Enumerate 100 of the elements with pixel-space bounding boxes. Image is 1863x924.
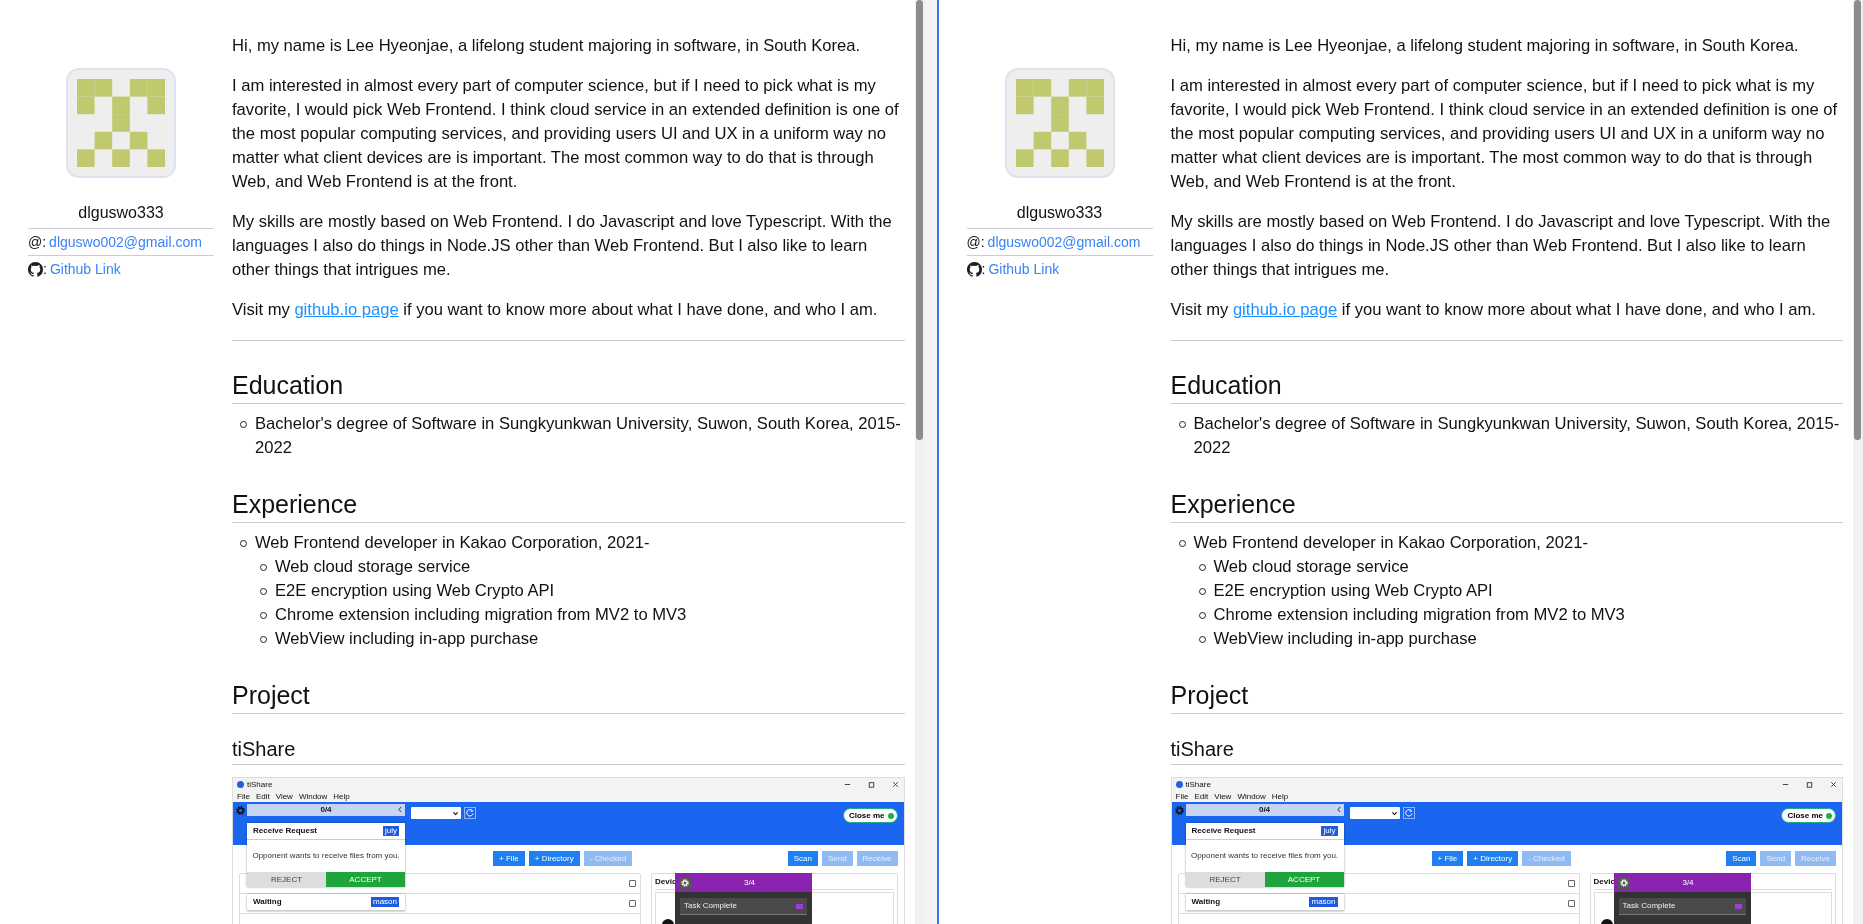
menu-item[interactable]: File [1175, 791, 1189, 802]
github-io-link[interactable]: github.io page [294, 300, 399, 319]
popup-counter: 3/4 [1681, 877, 1695, 888]
intro-paragraph: I am interested in almost every part of computer science, but if I need to pick what is my favorite, I would pick Web Frontend. I think cloud service in an extended definition is one of the most popular computing services, and providing users UI and UX in a uniform way no matter what client devices are is important. The most common way to do that is through Web, and Web Frontend is at the front. [1170, 75, 1839, 193]
menu-item[interactable]: Edit [255, 791, 270, 802]
card-action-button[interactable]: ACCEPT [1264, 872, 1344, 887]
restore-icon[interactable] [866, 780, 876, 789]
intro-paragraph: Hi, my name is Lee Hyeonjae, a lifelong student majoring in software, in South Korea. [232, 35, 862, 57]
checkbox[interactable] [1567, 880, 1575, 887]
scrollbar-track[interactable] [1853, 0, 1863, 924]
user-tag: july [1321, 826, 1338, 836]
menu-item[interactable]: Help [1271, 791, 1289, 802]
task-title: Task Complete [1622, 901, 1677, 911]
github-label: : [981, 261, 986, 277]
status-dot-icon [887, 812, 894, 819]
card-title: Waiting [1191, 897, 1221, 907]
email-label: @: [28, 234, 47, 250]
toolbar-button[interactable]: Scan [1726, 851, 1757, 866]
list-item-text: E2E encryption using Web Crypto API [1213, 580, 1493, 602]
list-item-text: Chrome extension including migration from MV2 to MV3 [275, 604, 687, 626]
list-item-text: WebView including in-app purchase [275, 628, 539, 650]
list-item-text: Web cloud storage service [1213, 556, 1409, 578]
menu-item[interactable]: View [1214, 791, 1232, 802]
settings-icon[interactable] [1173, 805, 1185, 816]
checkbox[interactable] [1567, 900, 1575, 907]
section-heading: Project [1170, 679, 1843, 714]
restore-icon[interactable] [1805, 780, 1814, 789]
menu-item[interactable]: Window [298, 791, 328, 802]
section-heading: Education [1170, 369, 1843, 404]
github-link[interactable]: Github Link [49, 261, 121, 277]
github-io-link[interactable]: github.io page [1232, 300, 1338, 319]
toolbar-button[interactable]: + Directory [1467, 851, 1519, 866]
user-tag: mason [371, 897, 399, 907]
caret-icon [1390, 809, 1398, 817]
card-action-button[interactable]: REJECT [1185, 872, 1265, 887]
list-item-text: Web Frontend developer in Kakao Corporation, 2021- [1193, 532, 1588, 554]
list-item-text: Bachelor's degree of Software in Sungkyunkwan University, Suwon, South Korea, 2015-2022 [255, 413, 902, 459]
list-item-text: Chrome extension including migration from MV2 to MV3 [1213, 604, 1625, 626]
popup-counter: 3/4 [742, 877, 757, 888]
card-title: Receive Request [1191, 826, 1256, 836]
visit-paragraph: Visit my github.io page if you want to know more about what I have done, and who I am. [232, 299, 879, 321]
email-link[interactable]: dlguswo002@gmail.com [49, 234, 202, 250]
section-heading: Project [232, 679, 905, 714]
app-logo-icon [1175, 781, 1183, 788]
settings-icon[interactable] [1617, 876, 1630, 889]
menu-item[interactable]: Window [1237, 791, 1266, 802]
task-title: Task Complete [684, 901, 738, 911]
network-select[interactable] [1349, 807, 1400, 819]
close-me-button[interactable]: Close me [842, 808, 898, 823]
app-title: tiShare [1185, 779, 1211, 790]
close-icon[interactable] [890, 780, 900, 789]
close-me-button[interactable]: Close me [1781, 808, 1836, 823]
scrollbar-thumb[interactable] [915, 0, 923, 440]
intro-paragraph: Hi, my name is Lee Hyeonjae, a lifelong student majoring in software, in South Korea. [1170, 35, 1800, 57]
caret-icon [452, 809, 459, 817]
project-heading: tiShare [232, 736, 905, 765]
github-link[interactable]: Github Link [988, 261, 1060, 277]
menu-item[interactable]: File [237, 791, 250, 802]
refresh-icon[interactable] [1402, 807, 1415, 819]
app-logo-icon [237, 781, 244, 788]
user-tag: july [383, 826, 399, 836]
card-message: Opponent wants to receive files from you. [1189, 850, 1340, 862]
visit-paragraph: Visit my github.io page if you want to know more about what I have done, and who I am. [1170, 299, 1817, 321]
drawer-counter: 0/4 [1258, 805, 1271, 815]
github-icon [966, 261, 982, 277]
intro-paragraph: My skills are mostly based on Web Frontend. I do Javascript and love Typescript. With the languages I also do things in Node.JS other than Web Frontend. But I also like to learn other things that intrigues me. [232, 211, 893, 281]
menu-item[interactable]: Edit [1194, 791, 1209, 802]
menu-item[interactable]: View [275, 791, 293, 802]
settings-icon[interactable] [679, 876, 691, 889]
card-title: Waiting [253, 897, 282, 907]
chevron-left-icon[interactable] [1335, 806, 1342, 813]
app-title: tiShare [247, 779, 273, 790]
user-tag: mason [1309, 897, 1338, 907]
intro-paragraph: I am interested in almost every part of computer science, but if I need to pick what is my favorite, I would pick Web Frontend. I think cloud service in an extended definition is one of the most popular computing services, and providing users UI and UX in a uniform way no matter what client devices are is important. The most common way to do that is through Web, and Web Frontend is at the front. [232, 75, 900, 193]
email-label: @: [966, 234, 985, 250]
close-icon[interactable] [1829, 780, 1838, 789]
task-badge-icon [1734, 903, 1742, 909]
drawer-counter: 0/4 [320, 805, 332, 815]
chevron-left-icon[interactable] [397, 806, 403, 813]
status-dot-icon [1826, 812, 1832, 819]
toolbar-button[interactable]: + File [493, 851, 525, 866]
email-link[interactable]: dlguswo002@gmail.com [987, 234, 1141, 250]
intro-paragraph: My skills are mostly based on Web Frontend. I do Javascript and love Typescript. With the languages I also do things in Node.JS other than Web Frontend. But I also like to learn other things that intrigues me. [1170, 211, 1832, 281]
username: dlguswo333 [966, 204, 1153, 229]
scrollbar-thumb[interactable] [1854, 0, 1861, 440]
toolbar-button[interactable]: Scan [787, 851, 818, 866]
card-action-button[interactable]: ACCEPT [326, 872, 405, 887]
menu-item[interactable]: Help [333, 791, 350, 802]
project-heading: tiShare [1170, 736, 1843, 765]
checkbox[interactable] [629, 880, 636, 887]
refresh-icon[interactable] [464, 807, 476, 819]
scrollbar-track[interactable] [914, 0, 925, 924]
card-message: Opponent wants to receive files from you. [251, 850, 401, 862]
toolbar-button[interactable]: + Directory [528, 851, 580, 866]
settings-icon[interactable] [235, 805, 246, 816]
section-heading: Experience [1170, 488, 1843, 523]
checkbox[interactable] [629, 900, 636, 907]
toolbar-button[interactable]: + File [1431, 851, 1464, 866]
card-action-button[interactable]: REJECT [247, 872, 326, 887]
section-heading: Experience [232, 488, 905, 523]
